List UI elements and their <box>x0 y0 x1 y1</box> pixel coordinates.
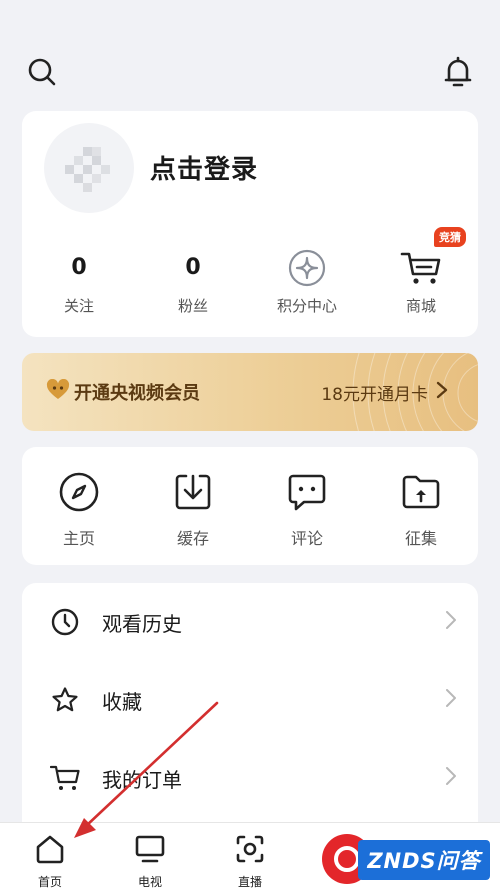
follow-label: 关注 <box>63 297 94 315</box>
comment-icon <box>286 471 328 517</box>
fans-count: 0 <box>185 255 201 280</box>
search-icon[interactable] <box>24 52 60 92</box>
menu-item-label: 收藏 <box>102 689 142 714</box>
mall-label: 商城 <box>405 297 436 315</box>
stat-mall[interactable]: 竞猜 商城 <box>364 227 478 327</box>
vip-banner[interactable]: 开通央视频会员 18元开通月卡 <box>22 353 478 431</box>
chevron-right-icon <box>436 381 448 404</box>
tool-cache[interactable]: 缓存 <box>136 447 250 565</box>
vip-heart-icon <box>46 378 70 405</box>
profile-card: 点击登录 0 关注 0 粉丝 积分中心 竞猜 商城 <box>22 111 478 337</box>
stat-points[interactable]: 积分中心 <box>250 247 364 327</box>
fans-label: 粉丝 <box>177 297 208 315</box>
chevron-right-icon <box>446 767 457 789</box>
download-icon <box>172 471 214 517</box>
cart-icon <box>400 247 442 289</box>
points-icon <box>288 247 326 289</box>
tab-label: 直播 <box>237 875 262 889</box>
menu-item-label: 我的订单 <box>102 767 182 792</box>
tool-label: 征集 <box>404 529 437 548</box>
tool-collect[interactable]: 征集 <box>364 447 478 565</box>
chevron-right-icon <box>446 611 457 633</box>
follow-count: 0 <box>71 255 87 280</box>
guess-badge: 竞猜 <box>434 227 466 247</box>
points-label: 积分中心 <box>276 297 337 315</box>
avatar[interactable] <box>44 123 134 213</box>
live-icon <box>234 833 266 869</box>
tool-homepage[interactable]: 主页 <box>22 447 136 565</box>
znds-watermark: ZNDS问答 <box>322 832 492 886</box>
tab-label: 首页 <box>37 875 62 889</box>
tab-home[interactable]: 首页 <box>0 823 100 890</box>
vip-title: 开通央视频会员 <box>74 383 200 404</box>
vip-offer-group[interactable]: 18元开通月卡 <box>321 353 448 431</box>
stat-follow[interactable]: 0 关注 <box>22 247 136 327</box>
stat-fans[interactable]: 0 粉丝 <box>136 247 250 327</box>
vip-offer: 18元开通月卡 <box>321 384 428 405</box>
top-bar <box>24 52 476 92</box>
compass-icon <box>58 471 100 517</box>
chevron-right-icon <box>446 689 457 711</box>
clock-icon <box>50 607 80 637</box>
vip-title-group: 开通央视频会员 <box>46 353 200 431</box>
login-link[interactable]: 点击登录 <box>150 149 258 186</box>
menu-item-history[interactable]: 观看历史 <box>22 583 478 661</box>
star-icon <box>50 685 80 715</box>
tab-tv[interactable]: 电视 <box>100 823 200 890</box>
menu-item-label: 观看历史 <box>102 611 182 636</box>
menu-item-favorites[interactable]: 收藏 <box>22 661 478 739</box>
menu-item-orders[interactable]: 我的订单 <box>22 739 478 817</box>
tab-live[interactable]: 直播 <box>200 823 300 890</box>
tool-label: 评论 <box>290 529 323 548</box>
tool-comments[interactable]: 评论 <box>250 447 364 565</box>
tools-card: 主页 缓存 评论 征集 <box>22 447 478 565</box>
folder-upload-icon <box>400 471 442 517</box>
stats-row: 0 关注 0 粉丝 积分中心 竞猜 商城 <box>22 227 478 327</box>
tab-label: 电视 <box>137 875 162 889</box>
bell-icon[interactable] <box>440 52 476 92</box>
tool-label: 缓存 <box>176 529 209 548</box>
menu-card: 观看历史 收藏 我的订单 <box>22 583 478 843</box>
tool-label: 主页 <box>62 529 95 548</box>
home-icon <box>34 833 66 869</box>
watermark-text: ZNDS问答 <box>358 840 490 880</box>
cart-icon <box>50 763 80 793</box>
tv-icon <box>134 833 166 869</box>
